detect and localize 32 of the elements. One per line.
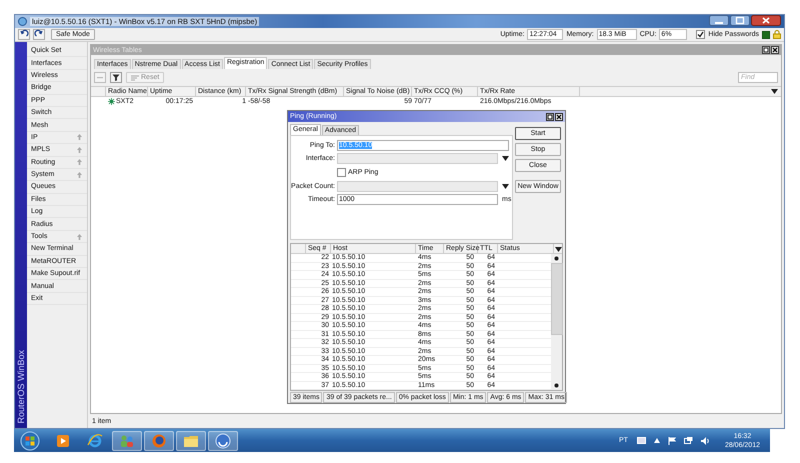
close-button[interactable] xyxy=(555,112,563,120)
speaker-icon[interactable] xyxy=(700,436,710,444)
lock-icon xyxy=(773,30,781,39)
redo-button[interactable] xyxy=(33,29,45,40)
dropdown-icon[interactable] xyxy=(502,156,509,162)
start-button[interactable] xyxy=(20,430,40,450)
keyboard-icon[interactable] xyxy=(636,437,646,444)
lines-icon xyxy=(131,74,139,80)
firefox-icon[interactable] xyxy=(144,430,174,450)
scroll-up-icon xyxy=(554,256,559,261)
dropdown-icon xyxy=(771,89,778,94)
filter-button[interactable] xyxy=(110,72,122,83)
network-icon[interactable] xyxy=(684,436,693,444)
brand-label: RouterOS WinBox xyxy=(16,350,26,424)
globe-icon xyxy=(18,17,27,26)
dropdown-icon xyxy=(554,246,562,252)
close-button[interactable] xyxy=(751,15,781,26)
scroll-down-icon xyxy=(554,383,559,388)
restore-button[interactable] xyxy=(762,46,770,54)
scrollbar[interactable] xyxy=(551,254,562,390)
restore-button[interactable] xyxy=(546,112,554,120)
folder-icon[interactable] xyxy=(176,430,206,450)
wireless-station-icon xyxy=(108,98,115,104)
show-hidden-icons-icon[interactable] xyxy=(654,438,660,443)
dropdown-icon[interactable] xyxy=(502,184,509,189)
maximize-button[interactable] xyxy=(730,15,750,26)
arp-ping-checkbox[interactable] xyxy=(337,168,346,177)
flag-icon[interactable] xyxy=(668,436,676,444)
close-button[interactable] xyxy=(771,46,779,54)
undo-button[interactable] xyxy=(18,29,30,40)
hide-passwords-checkbox[interactable] xyxy=(696,30,706,39)
minimize-button[interactable] xyxy=(709,15,729,26)
